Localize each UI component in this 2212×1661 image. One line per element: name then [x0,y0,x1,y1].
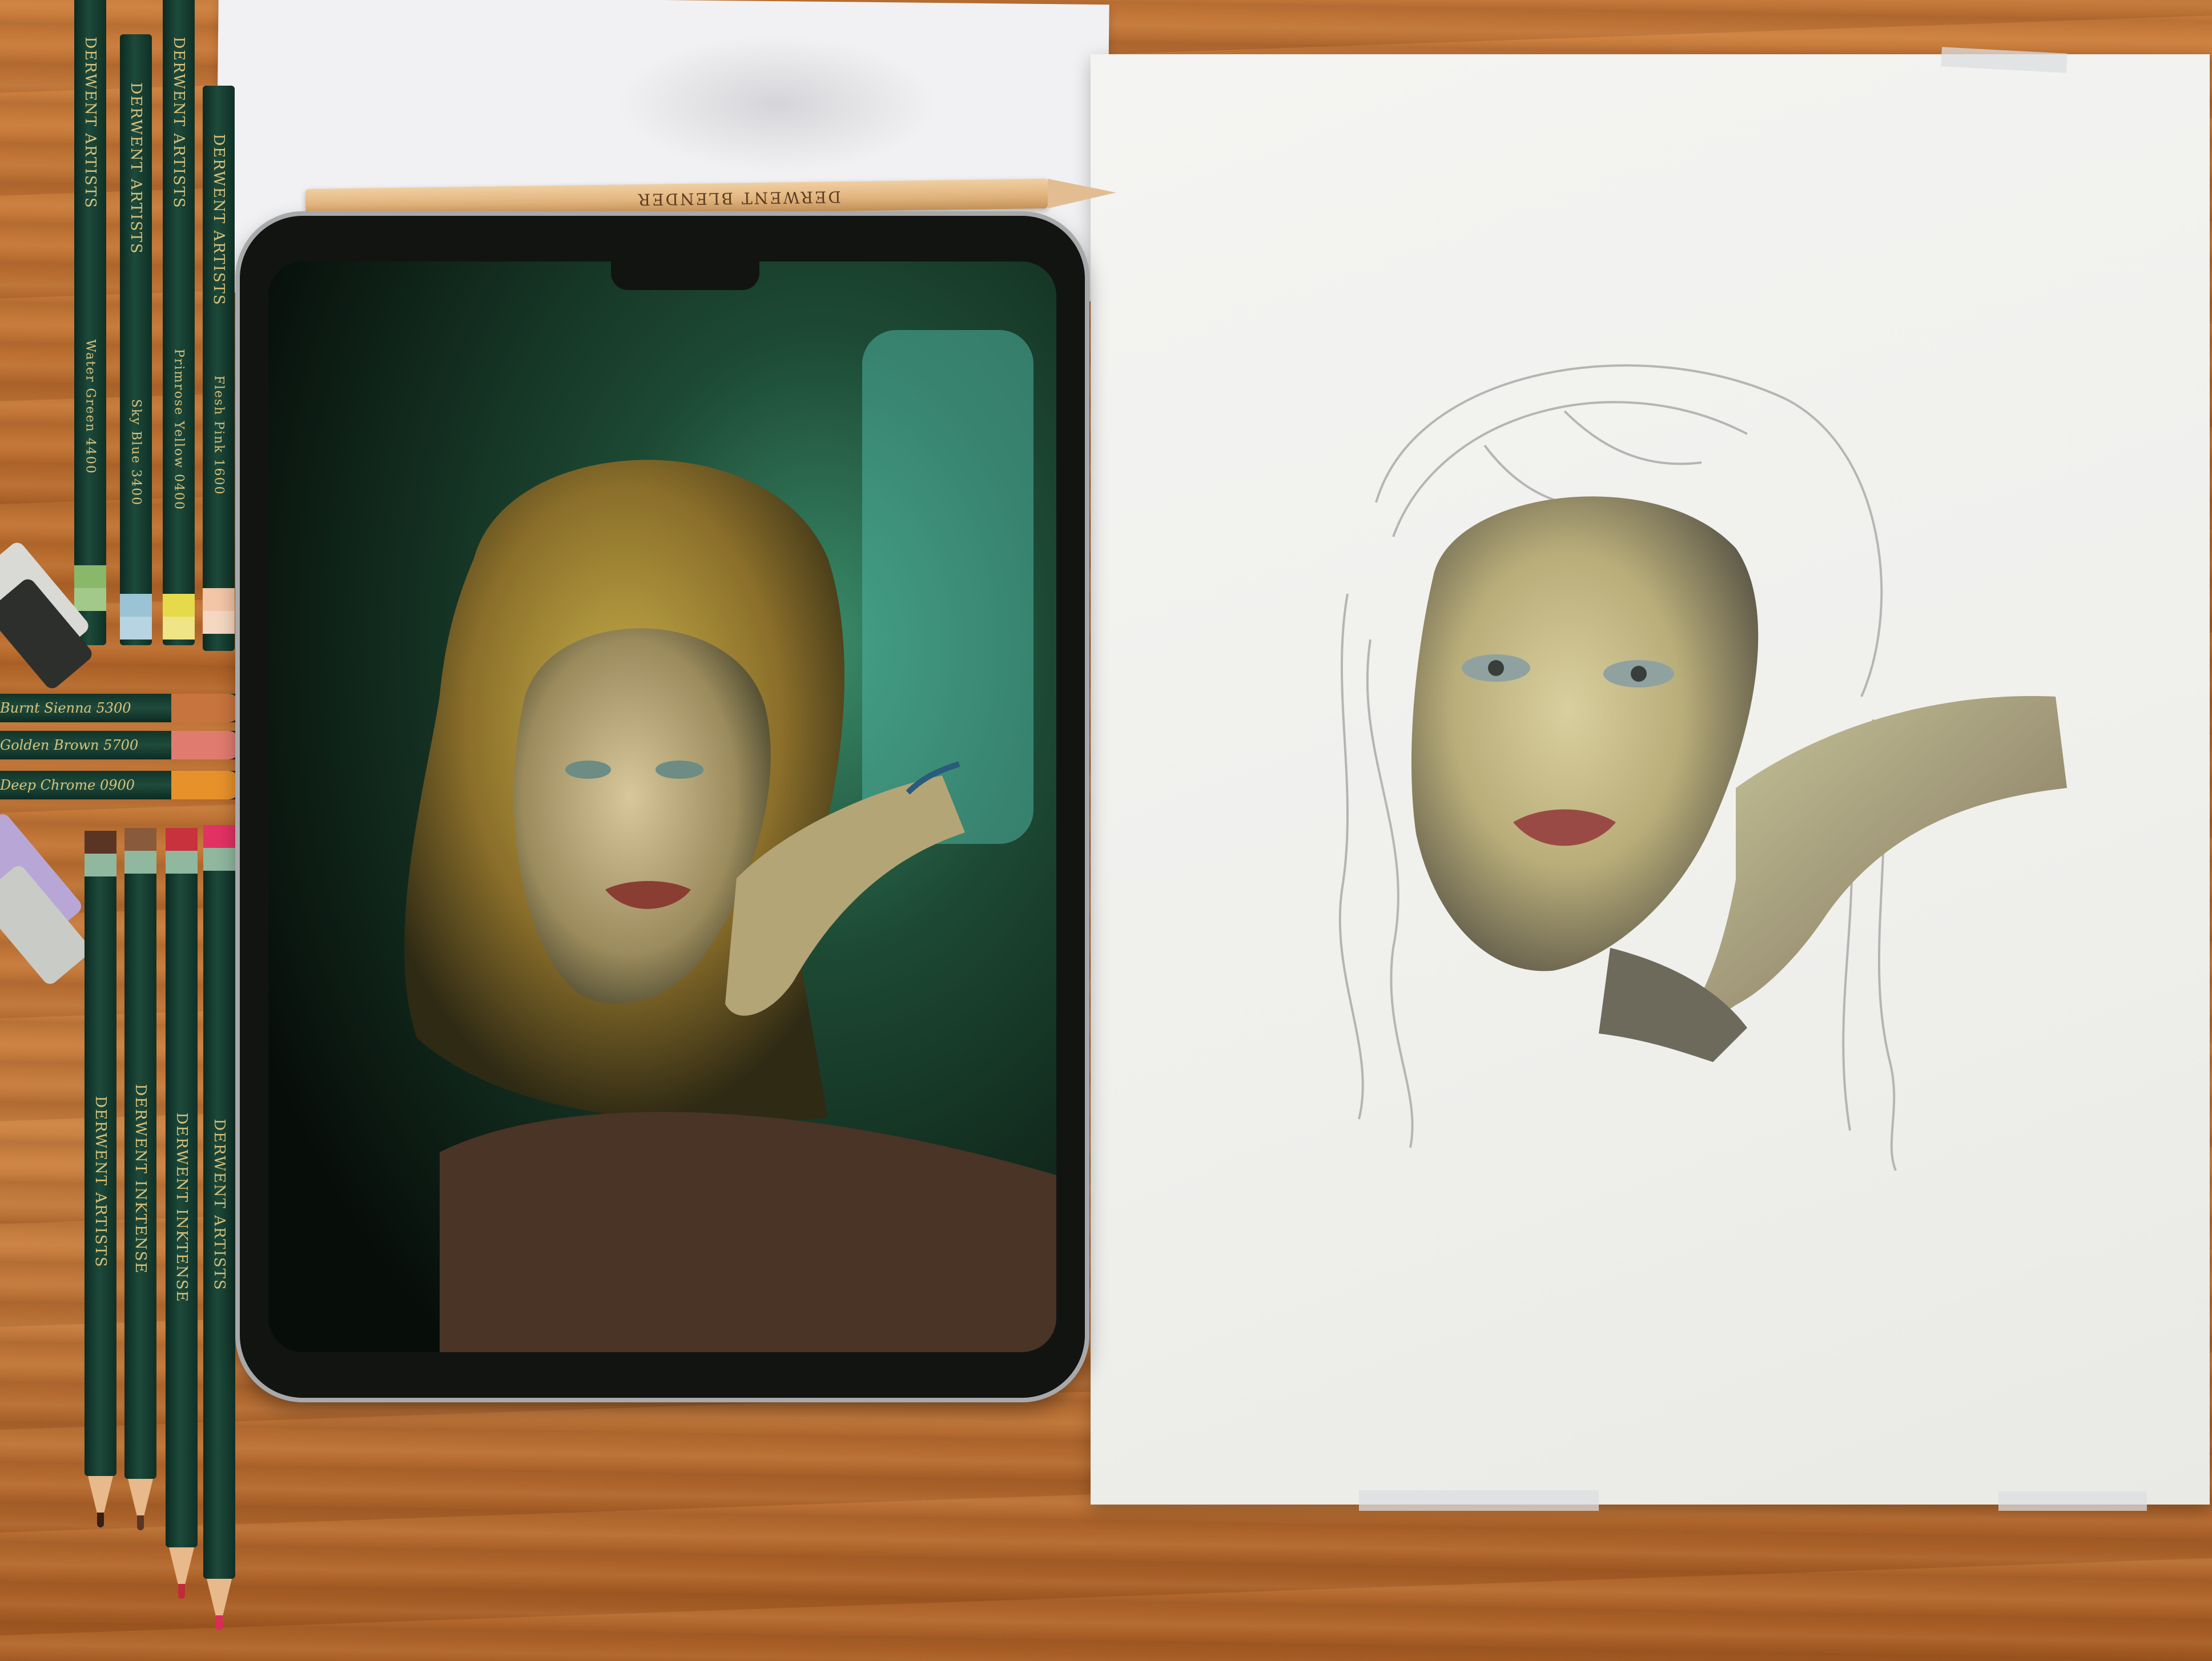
pencil-scribble [616,34,938,175]
pencil-color-band [163,594,195,617]
pencil-end-cap [171,694,240,722]
face-shading [1411,496,1759,971]
tape-bottom-left [1359,1490,1599,1511]
pencil-lower-red[interactable]: DERWENT INKTENSE [166,828,198,1599]
pencil-color-band [203,588,235,611]
pencil-brand-text: DERWENT ARTISTS [82,37,99,209]
tape-bottom-right [1998,1491,2147,1511]
pencil-lead [137,1515,144,1530]
portrait-drawing [1338,364,2067,1171]
pencil-deep-chrome[interactable]: Deep Chrome 0900 [0,771,240,799]
pencil-lower-brown[interactable]: DERWENT ARTISTS [85,831,116,1527]
pencil-lead [97,1513,104,1527]
pencil-lower-pink[interactable]: DERWENT ARTISTS [203,825,235,1630]
left-pupil [1488,660,1504,676]
pencil-color-name: Sky Blue 3400 [128,399,143,506]
pencil-color-band [74,565,106,588]
pencil-end-cap [171,731,240,759]
pencil-color-name: Burnt Sienna 5300 [0,700,131,716]
pencil-color-band [120,594,152,617]
pencil-color-name: Water Green 4400 [83,339,98,474]
pencil-brand-text: DERWENT ARTISTS [170,37,187,209]
pencil-golden-brown[interactable]: Golden Brown 5700 [0,731,240,759]
pencil-lower-sepia[interactable]: DERWENT INKTENSE [124,828,156,1530]
pencil-brand-text: DERWENT ARTISTS [127,82,144,255]
pencil-sky-blue[interactable]: DERWENT ARTISTS Sky Blue 3400 [120,34,152,697]
photo-right-eye [655,761,703,779]
pencil-brand-text: DERWENT ARTISTS [210,134,227,306]
pencil-primrose-yellow[interactable]: DERWENT ARTISTS Primrose Yellow 0400 [163,0,195,697]
pencil-brand-text: DERWENT ARTISTS [211,1119,228,1291]
pencil-lead [178,1584,185,1599]
tablet[interactable] [240,216,1085,1398]
pencil-flesh-pink[interactable]: DERWENT ARTISTS Flesh Pink 1600 [203,86,235,702]
pencil-brand-text: DERWENT INKTENSE [132,1084,149,1274]
reference-photo [268,262,1056,1352]
photo-left-eye [565,761,611,779]
pencil-end-cap [171,771,240,799]
camera-notch [611,262,759,290]
pencil-color-name: Golden Brown 5700 [0,737,139,753]
right-pupil [1631,666,1647,682]
pencil-brand-text: DERWENT INKTENSE [173,1112,190,1303]
pencil-color-name: Deep Chrome 0900 [0,777,135,793]
pencil-lead [216,1615,223,1630]
pencil-water-green[interactable]: DERWENT ARTISTS Water Green 4400 [74,0,106,697]
pencil-color-name: Primrose Yellow 0400 [171,348,186,511]
tablet-screen[interactable] [268,262,1056,1352]
pencil-brand-text: DERWENT ARTISTS [92,1096,109,1268]
pencil-color-name: Flesh Pink 1600 [211,375,226,496]
pencil-tip [1047,178,1117,208]
pencil-burnt-sienna[interactable]: Burnt Sienna 5300 [0,694,240,722]
pencil-brand-text: DERWENT BLENDER [636,187,841,209]
